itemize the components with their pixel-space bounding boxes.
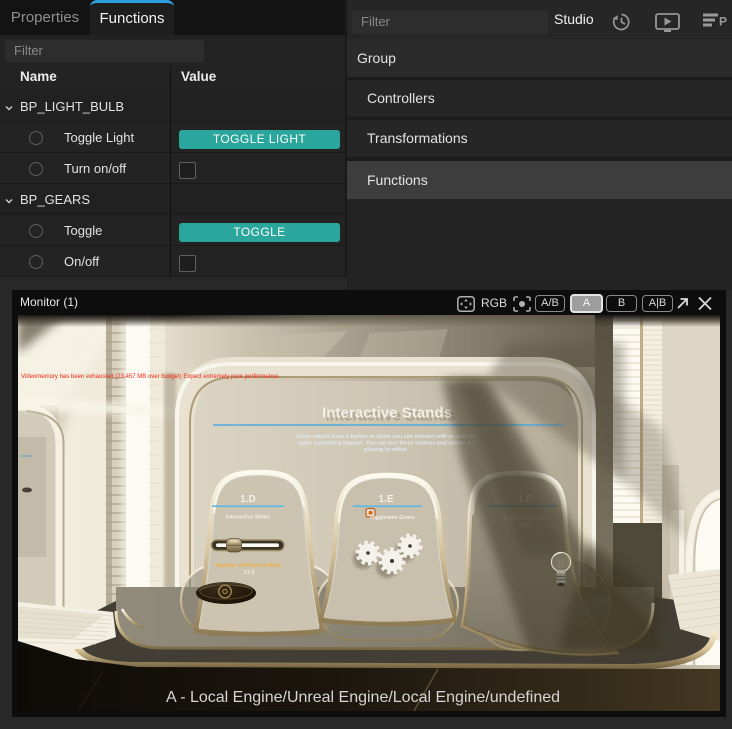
svg-text:Videomemory has been exhausted: Videomemory has been exhausted (23.457 M… [21, 374, 280, 380]
svg-text:1.D: 1.D [240, 494, 256, 505]
svg-text:P: P [719, 15, 727, 29]
svg-text:1.E: 1.E [378, 494, 393, 505]
svg-text:Interactive Slider: Interactive Slider [226, 515, 271, 521]
svg-text:21.9: 21.9 [244, 570, 255, 576]
svg-text:playing in editor.: playing in editor. [364, 447, 408, 453]
svg-text:make something happen. You can: make something happen. You can test thes… [298, 441, 475, 447]
svg-text:Some stands have a button or s: Some stands have a button or slider you … [296, 434, 476, 440]
svg-text:Number of Pixels in Row:: Number of Pixels in Row: [216, 563, 282, 569]
svg-text:Interactive Stands: Interactive Stands [322, 405, 452, 422]
svg-text:Toggleable Gears: Toggleable Gears [369, 515, 415, 521]
